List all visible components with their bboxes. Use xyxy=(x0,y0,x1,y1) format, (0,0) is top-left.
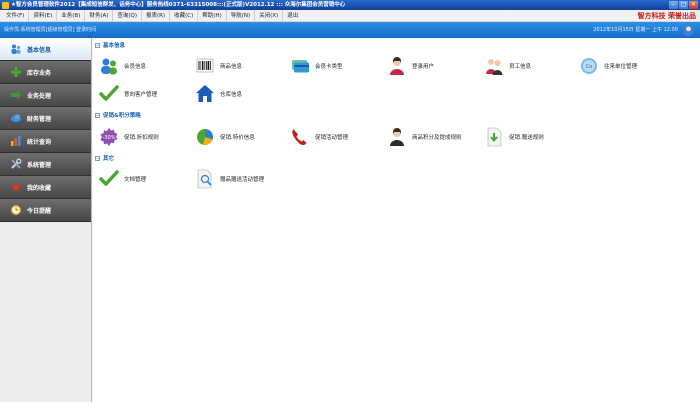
module-member-info[interactable]: 会员信息 xyxy=(99,55,146,77)
sidebar-item-business[interactable]: 业务处理 xyxy=(0,84,91,107)
module-partner-management[interactable]: Co 往来单位管理 xyxy=(579,55,637,77)
members-icon xyxy=(99,56,119,76)
avatar[interactable] xyxy=(683,25,694,36)
module-points-commission[interactable]: 商品积分及提成规则 xyxy=(387,126,462,148)
person-icon xyxy=(387,127,407,147)
tools-icon xyxy=(10,158,22,170)
clock-icon xyxy=(10,204,22,216)
window-title: ★智方会员管理软件2012【集成短信群发、话务中心】服务热线0371-63315… xyxy=(11,2,346,8)
section-title: 基本信息 xyxy=(103,43,126,49)
section-other[interactable]: − 其它 xyxy=(95,154,114,162)
menu-navigate[interactable]: 导航(N) xyxy=(225,9,254,22)
menu-close[interactable]: 关闭(X) xyxy=(254,9,282,22)
arrow-right-icon xyxy=(10,89,22,101)
check-icon xyxy=(99,84,119,104)
menu-exit[interactable]: 退出 xyxy=(282,9,302,22)
menu-help[interactable]: 帮助(H) xyxy=(197,9,225,22)
app-icon xyxy=(2,1,9,9)
module-document-management[interactable]: 文档管理 xyxy=(99,168,146,190)
collapse-icon[interactable]: − xyxy=(95,42,100,48)
sidebar-item-statistics[interactable]: 统计查询 xyxy=(0,130,91,153)
module-gift-activity[interactable]: 赠品赠送活动管理 xyxy=(195,168,264,190)
people-icon xyxy=(10,43,22,55)
module-staff-info[interactable]: 员工信息 xyxy=(484,55,531,77)
section-promotion[interactable]: − 促销&积分策略 xyxy=(95,111,141,119)
module-gift-rules[interactable]: 促销.赠送规则 xyxy=(484,126,544,148)
download-icon xyxy=(484,127,504,147)
sidebar-item-system[interactable]: 系统管理 xyxy=(0,153,91,176)
phone-icon xyxy=(290,127,310,147)
menu-file[interactable]: 文件(F) xyxy=(2,10,28,22)
minimize-button[interactable]: – xyxy=(669,1,678,9)
discount-icon: -30% xyxy=(99,127,119,147)
module-discount-rules[interactable]: -30% 促销.折扣规则 xyxy=(99,126,159,148)
main-content: − 基本信息 会员信息 商品信息 会员卡类型 登录用户 员工信息 Co 往来单位… xyxy=(93,38,700,402)
menu-favorites[interactable]: 收藏(C) xyxy=(169,9,197,22)
module-promo-activity[interactable]: 促销活动管理 xyxy=(290,126,348,148)
module-special-price[interactable]: 促销.特价信息 xyxy=(195,126,255,148)
sidebar-item-finance[interactable]: 财务管理 xyxy=(0,107,91,130)
maximize-button[interactable]: □ xyxy=(679,1,688,9)
module-product-info[interactable]: 商品信息 xyxy=(195,55,242,77)
sidebar-item-label: 库存业务 xyxy=(27,69,52,77)
title-bar: ★智方会员管理软件2012【集成短信群发、话务中心】服务热线0371-63315… xyxy=(0,0,700,10)
card-icon xyxy=(290,56,310,76)
section-title: 其它 xyxy=(103,156,115,162)
section-basic-info[interactable]: − 基本信息 xyxy=(95,41,125,49)
collapse-icon[interactable]: − xyxy=(95,155,100,161)
doc-check-icon xyxy=(99,169,119,189)
sidebar-item-reminders[interactable]: 今日提醒 xyxy=(0,199,91,222)
login-time: 2012年10月15日 星期一 上午 12:00 xyxy=(593,27,678,33)
cloud-icon xyxy=(10,112,22,124)
sidebar-item-label: 业务处理 xyxy=(27,92,52,100)
menu-business[interactable]: 业务(B) xyxy=(56,9,84,22)
sidebar-item-inventory[interactable]: 库存业务 xyxy=(0,61,91,84)
plus-icon xyxy=(10,66,22,78)
chart-icon xyxy=(10,135,22,147)
pie-icon xyxy=(195,127,215,147)
status-banner: 操作员:系统管理员[超级管理员] 登录时间 2012年10月15日 星期一 上午… xyxy=(0,22,700,38)
svg-text:Co: Co xyxy=(586,64,593,70)
svg-text:-30%: -30% xyxy=(103,135,116,141)
sidebar-item-label: 财务管理 xyxy=(27,115,52,123)
sidebar-item-basic-info[interactable]: 基本信息 xyxy=(0,38,91,61)
menu-finance[interactable]: 财务(A) xyxy=(84,9,112,22)
sidebar-item-label: 基本信息 xyxy=(27,46,52,54)
module-login-users[interactable]: 登录用户 xyxy=(387,55,434,77)
brand-text: 智方科技 荣誉出品 xyxy=(637,12,696,20)
sidebar-item-label: 统计查询 xyxy=(27,138,52,146)
section-title: 促销&积分策略 xyxy=(103,113,141,119)
collapse-icon[interactable]: − xyxy=(95,112,100,118)
menu-data[interactable]: 资料(E) xyxy=(28,9,56,22)
operator-info: 操作员:系统管理员[超级管理员] 登录时间 xyxy=(4,27,97,33)
warehouse-icon xyxy=(195,84,215,104)
barcode-icon xyxy=(195,56,215,76)
close-button[interactable]: × xyxy=(689,1,698,9)
module-card-type[interactable]: 会员卡类型 xyxy=(290,55,343,77)
window-controls: – □ × xyxy=(669,1,698,9)
module-prospect-management[interactable]: 意向客户管理 xyxy=(99,83,157,105)
user-icon xyxy=(387,56,407,76)
search-doc-icon xyxy=(195,169,215,189)
menu-report[interactable]: 报表(R) xyxy=(141,9,169,22)
sidebar-item-label: 系统管理 xyxy=(27,161,52,169)
partner-icon: Co xyxy=(579,56,599,76)
sidebar: 基本信息 库存业务 业务处理 财务管理 统计查询 系统管理 我的收藏 今日提醒 xyxy=(0,38,92,402)
menu-bar: 文件(F) 资料(E) 业务(B) 财务(A) 查询(Q) 报表(R) 收藏(C… xyxy=(0,9,700,22)
star-icon xyxy=(10,181,22,193)
staff-icon xyxy=(484,56,504,76)
sidebar-item-label: 我的收藏 xyxy=(27,184,52,192)
module-warehouse-info[interactable]: 仓库信息 xyxy=(195,83,242,105)
sidebar-item-label: 今日提醒 xyxy=(27,207,52,215)
sidebar-item-favorites[interactable]: 我的收藏 xyxy=(0,176,91,199)
menu-query[interactable]: 查询(Q) xyxy=(112,9,141,22)
